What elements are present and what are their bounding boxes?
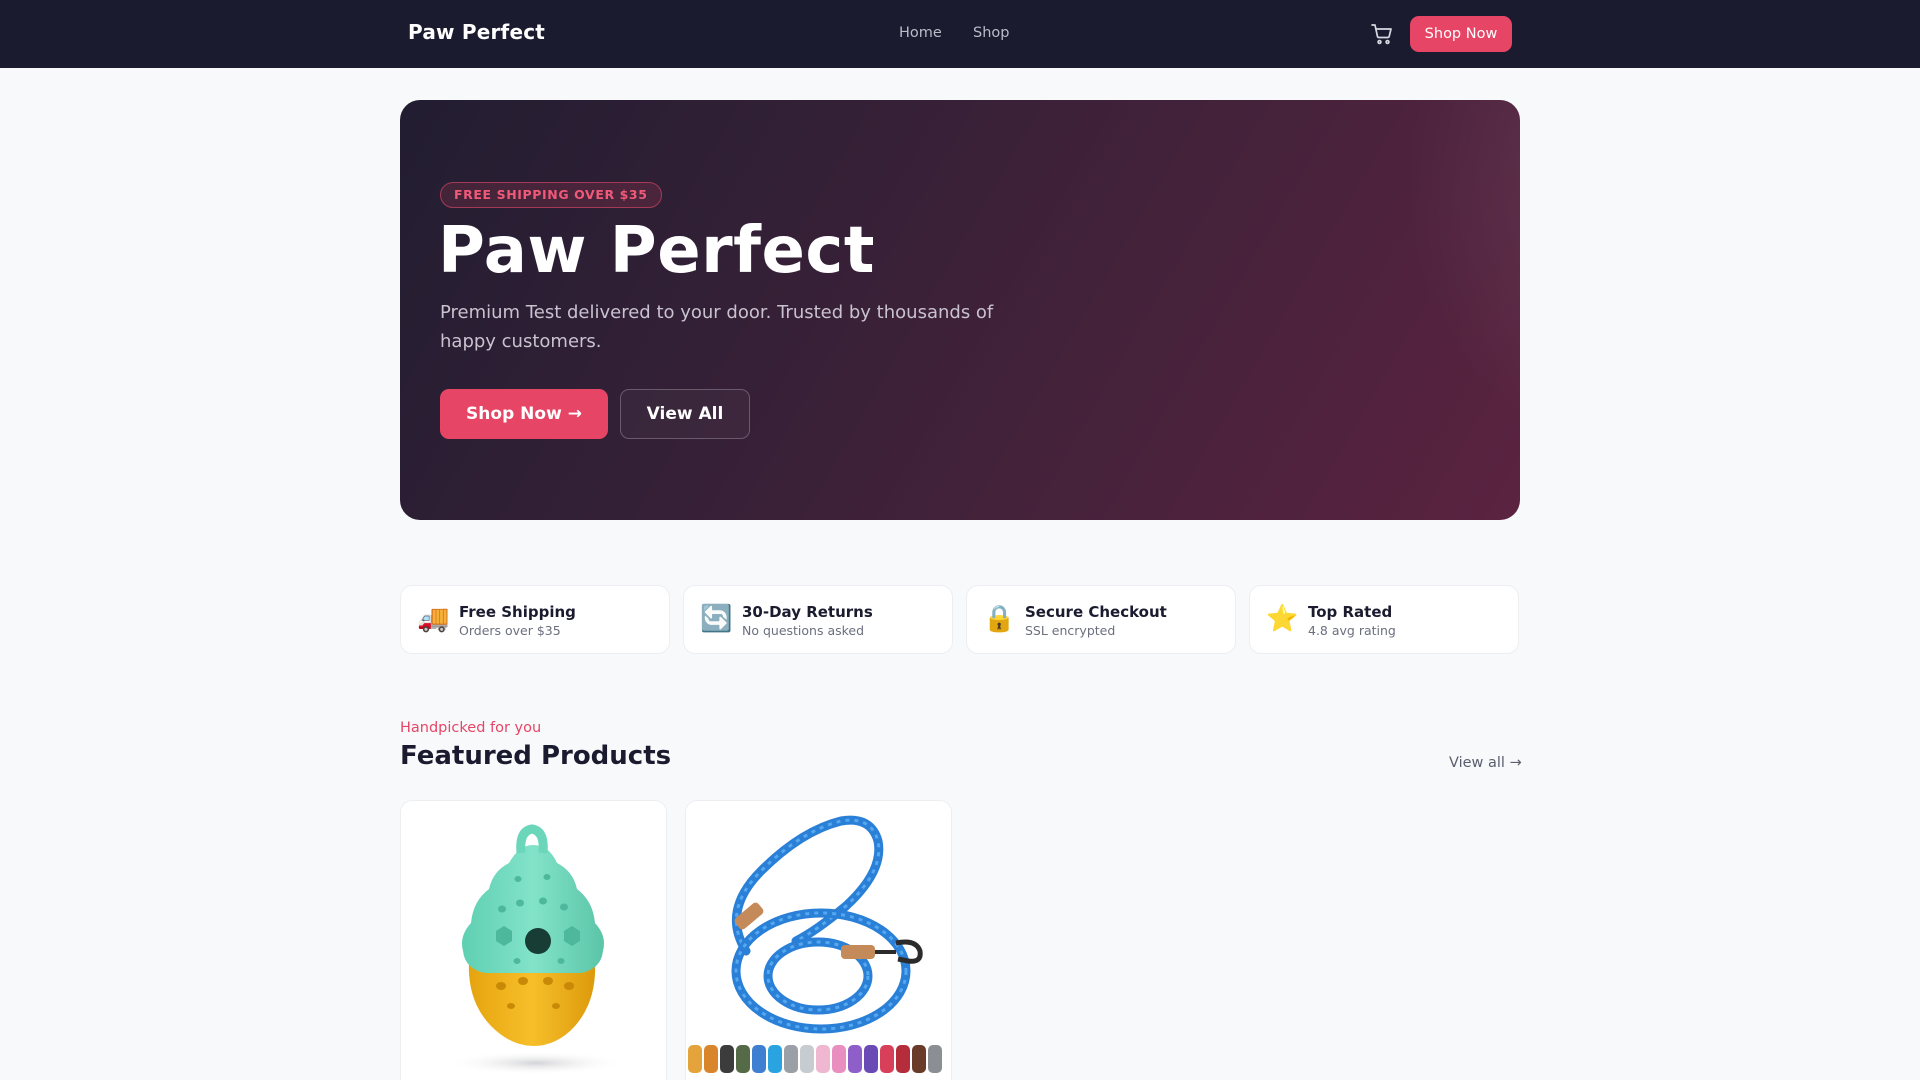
feature-subtitle: No questions asked xyxy=(742,623,865,638)
rope-leash-image xyxy=(688,815,942,1073)
section-eyebrow: Handpicked for you xyxy=(400,720,542,736)
section-title: Featured Products xyxy=(400,741,672,771)
rope-color-swatches xyxy=(688,1045,942,1073)
top-navbar: Paw Perfect Home Shop Shop Now xyxy=(0,0,1920,68)
feature-title: Free Shipping xyxy=(459,603,576,621)
returns-arrows-icon: 🔄 xyxy=(700,604,733,634)
hero-subtitle: Premium Test delivered to your door. Tru… xyxy=(440,302,994,352)
feature-title: Top Rated xyxy=(1308,603,1393,621)
cart-icon[interactable] xyxy=(1370,22,1394,46)
feature-subtitle: 4.8 avg rating xyxy=(1308,623,1396,638)
feature-free-shipping: 🚚 Free Shipping Orders over $35 xyxy=(400,585,670,654)
feature-subtitle: Orders over $35 xyxy=(459,623,561,638)
feature-subtitle: SSL encrypted xyxy=(1025,623,1116,638)
delivery-truck-icon: 🚚 xyxy=(417,604,450,634)
treat-dispenser-toy-image xyxy=(446,824,626,1075)
nav-shop-now-button[interactable]: Shop Now xyxy=(1410,16,1512,52)
nav-link-home[interactable]: Home xyxy=(899,25,942,41)
hero-view-all-button[interactable]: View All xyxy=(620,389,750,439)
hero-title: Paw Perfect xyxy=(438,214,875,288)
product-card[interactable] xyxy=(685,800,952,1080)
product-card[interactable] xyxy=(400,800,667,1080)
hero-banner: FREE SHIPPING OVER $35 Paw Perfect Premi… xyxy=(400,100,1520,520)
feature-title: 30-Day Returns xyxy=(742,603,873,621)
nav-link-shop[interactable]: Shop xyxy=(973,25,1009,41)
hero-shop-now-button[interactable]: Shop Now → xyxy=(440,389,608,439)
brand-logo[interactable]: Paw Perfect xyxy=(408,20,545,44)
feature-title: Secure Checkout xyxy=(1025,603,1167,621)
feature-secure-checkout: 🔒 Secure Checkout SSL encrypted xyxy=(966,585,1236,654)
shipping-badge: FREE SHIPPING OVER $35 xyxy=(440,182,662,208)
hero-glow xyxy=(1400,100,1520,490)
lock-icon: 🔒 xyxy=(983,604,1016,634)
feature-top-rated: ⭐ Top Rated 4.8 avg rating xyxy=(1249,585,1519,654)
star-icon: ⭐ xyxy=(1266,604,1299,634)
view-all-link[interactable]: View all → xyxy=(1449,755,1522,771)
feature-returns: 🔄 30-Day Returns No questions asked xyxy=(683,585,953,654)
